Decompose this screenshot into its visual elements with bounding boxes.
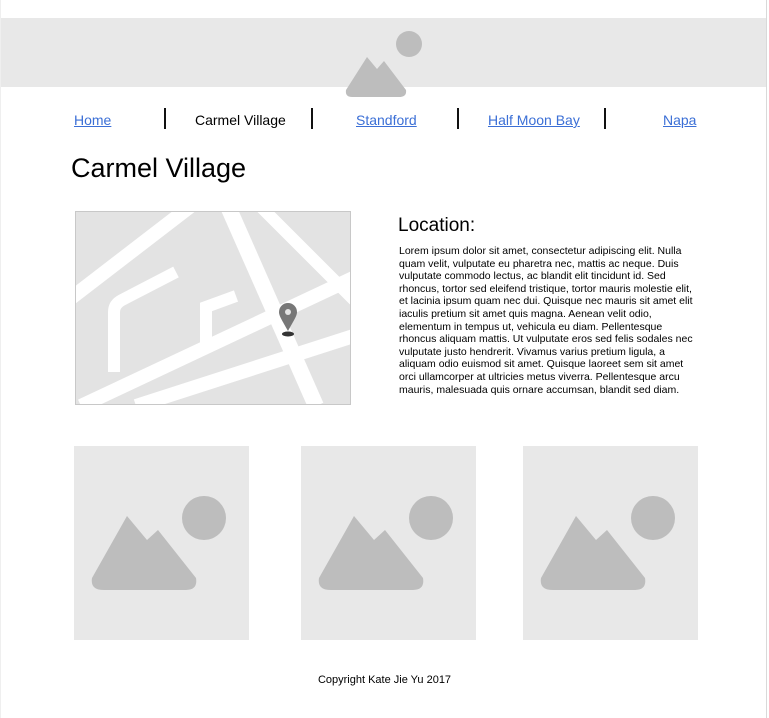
main-nav: Home Carmel Village Standford Half Moon … [0, 108, 769, 132]
nav-link-napa[interactable]: Napa [663, 111, 696, 129]
gallery-thumbnail[interactable] [74, 446, 249, 640]
footer-copyright: Copyright Kate Jie Yu 2017 [317, 674, 452, 686]
gallery-thumbnail[interactable] [523, 446, 698, 640]
image-placeholder-icon [318, 496, 453, 590]
page-title: Carmel Village [71, 153, 247, 183]
header-banner [1, 18, 766, 97]
image-placeholder-icon [91, 496, 226, 590]
image-placeholder-icon [540, 496, 675, 590]
nav-divider [164, 108, 166, 129]
nav-divider [311, 108, 313, 129]
map-graphic [76, 212, 350, 404]
location-description: Lorem ipsum dolor sit amet, consectetur … [399, 245, 693, 396]
nav-link-half-moon-bay[interactable]: Half Moon Bay [488, 111, 580, 129]
nav-link-standford[interactable]: Standford [356, 111, 417, 129]
location-map[interactable] [75, 211, 351, 405]
nav-item-carmel-village-current: Carmel Village [195, 112, 286, 128]
location-heading: Location: [398, 215, 476, 236]
nav-divider [457, 108, 459, 129]
image-placeholder-icon [345, 31, 422, 97]
gallery-thumbnail[interactable] [301, 446, 476, 640]
nav-link-home[interactable]: Home [74, 111, 111, 129]
nav-divider [604, 108, 606, 129]
